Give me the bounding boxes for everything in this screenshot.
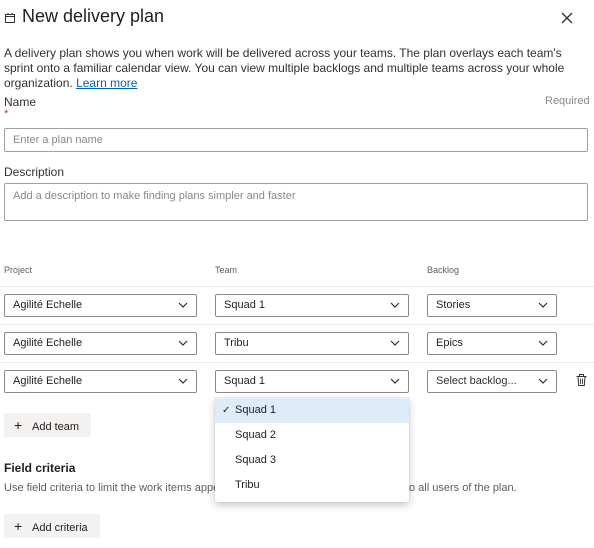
backlog-dropdown[interactable]: Stories bbox=[427, 294, 557, 317]
required-asterisk: * bbox=[4, 108, 9, 120]
row-divider bbox=[0, 286, 594, 287]
project-value: Agilité Echelle bbox=[13, 299, 83, 311]
project-dropdown[interactable]: Agilité Echelle bbox=[4, 332, 197, 355]
backlog-dropdown[interactable]: Select backlog... bbox=[427, 370, 557, 393]
description-label: Description bbox=[4, 165, 65, 179]
row-divider bbox=[0, 324, 594, 325]
page-title: New delivery plan bbox=[22, 6, 165, 26]
team-dropdown-menu: ✓ Squad 1 Squad 2 Squad 3 Tribu bbox=[215, 398, 409, 502]
column-header-backlog: Backlog bbox=[427, 265, 460, 275]
chevron-down-icon bbox=[178, 302, 188, 308]
backlog-value: Stories bbox=[436, 299, 471, 311]
column-header-project: Project bbox=[4, 265, 33, 275]
field-criteria-title: Field criteria bbox=[4, 461, 76, 475]
project-value: Agilité Echelle bbox=[13, 337, 83, 349]
plus-icon: + bbox=[14, 417, 23, 433]
menu-option-squad-1[interactable]: ✓ Squad 1 bbox=[215, 398, 409, 423]
name-label: Name bbox=[4, 95, 37, 109]
backlog-dropdown[interactable]: Epics bbox=[427, 332, 557, 355]
option-label: Squad 2 bbox=[235, 429, 276, 441]
learn-more-link[interactable]: Learn more bbox=[76, 76, 137, 90]
field-criteria-description-tail: o all users of the plan. bbox=[409, 482, 517, 494]
close-icon[interactable] bbox=[561, 12, 573, 24]
required-text: Required bbox=[545, 95, 590, 107]
add-criteria-label: Add criteria bbox=[32, 522, 88, 534]
backlog-value: Epics bbox=[436, 337, 463, 349]
chevron-down-icon bbox=[538, 378, 548, 384]
field-criteria-description-start: Use field criteria to limit the work ite… bbox=[4, 482, 220, 494]
plan-name-input[interactable]: Enter a plan name bbox=[4, 128, 588, 152]
option-label: Squad 1 bbox=[235, 404, 276, 416]
option-label: Tribu bbox=[235, 479, 260, 491]
menu-option-squad-3[interactable]: Squad 3 bbox=[215, 448, 409, 473]
chevron-down-icon bbox=[390, 378, 400, 384]
calendar-icon bbox=[5, 13, 15, 23]
team-dropdown[interactable]: Squad 1 bbox=[215, 294, 409, 317]
row-divider bbox=[0, 362, 594, 363]
plus-icon: + bbox=[14, 518, 23, 534]
menu-option-squad-2[interactable]: Squad 2 bbox=[215, 423, 409, 448]
menu-option-tribu[interactable]: Tribu bbox=[215, 473, 409, 498]
field-criteria-description: Use field criteria to limit the work ite… bbox=[4, 482, 219, 494]
project-dropdown[interactable]: Agilité Echelle bbox=[4, 370, 197, 393]
backlog-placeholder: Select backlog... bbox=[436, 375, 517, 387]
plan-name-placeholder: Enter a plan name bbox=[13, 134, 103, 146]
add-team-label: Add team bbox=[32, 421, 80, 433]
chevron-down-icon bbox=[178, 340, 188, 346]
chevron-down-icon bbox=[178, 378, 188, 384]
column-header-team: Team bbox=[215, 265, 238, 275]
trash-icon[interactable] bbox=[576, 374, 587, 386]
team-value: Tribu bbox=[224, 337, 249, 349]
team-value: Squad 1 bbox=[224, 375, 265, 387]
description-placeholder: Add a description to make finding plans … bbox=[13, 190, 296, 202]
chevron-down-icon bbox=[538, 340, 548, 346]
project-value: Agilité Echelle bbox=[13, 375, 83, 387]
description-input[interactable]: Add a description to make finding plans … bbox=[4, 183, 588, 221]
intro-text: A delivery plan shows you when work will… bbox=[4, 46, 579, 91]
chevron-down-icon bbox=[390, 302, 400, 308]
option-label: Squad 3 bbox=[235, 454, 276, 466]
checkmark-icon: ✓ bbox=[222, 405, 231, 416]
chevron-down-icon bbox=[538, 302, 548, 308]
project-dropdown[interactable]: Agilité Echelle bbox=[4, 294, 197, 317]
add-team-button[interactable]: + Add team bbox=[4, 413, 91, 437]
add-criteria-button[interactable]: + Add criteria bbox=[4, 514, 100, 538]
team-value: Squad 1 bbox=[224, 299, 265, 311]
team-dropdown-open[interactable]: Squad 1 bbox=[215, 370, 409, 393]
chevron-down-icon bbox=[390, 340, 400, 346]
field-criteria-description-end: o all users of the plan. bbox=[409, 482, 517, 494]
team-dropdown[interactable]: Tribu bbox=[215, 332, 409, 355]
